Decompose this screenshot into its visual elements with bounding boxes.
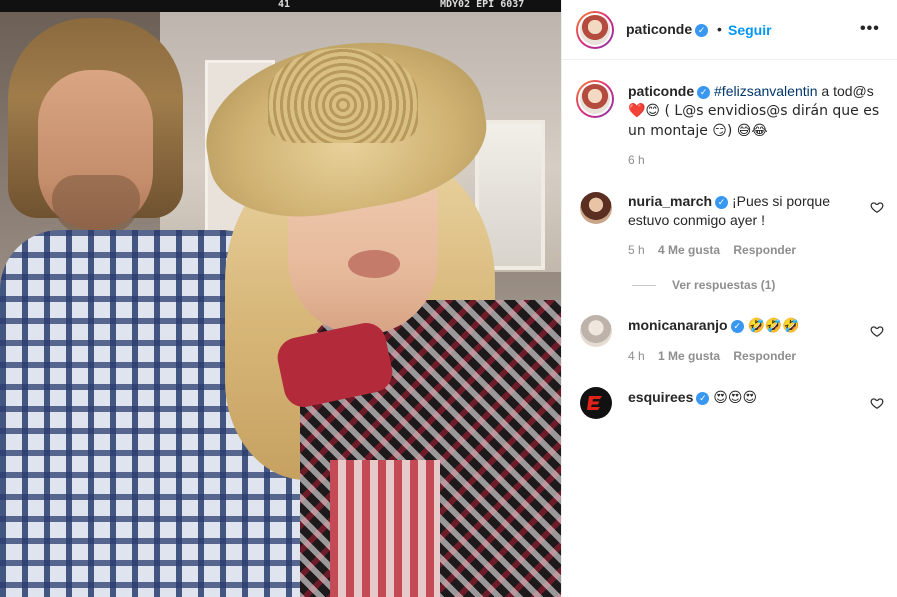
- view-replies-button[interactable]: Ver respuestas (1): [672, 278, 775, 292]
- replies-divider: [632, 285, 656, 286]
- comment-body: 🤣🤣🤣: [747, 318, 800, 334]
- post-side-panel: paticonde ✓ • Seguir ••• paticonde ✓ #feli…: [561, 0, 897, 597]
- post-header: paticonde ✓ • Seguir •••: [562, 0, 897, 60]
- woman-lips: [348, 250, 400, 278]
- author-username[interactable]: paticonde: [626, 21, 692, 37]
- caption-line3: un montaje 😏) 😅😂: [628, 123, 768, 139]
- comment-text: esquirees ✓ 😍😍😍: [628, 388, 868, 408]
- comment-time[interactable]: 5 h: [628, 243, 645, 257]
- comment-body: 😍😍😍: [713, 390, 758, 406]
- film-number: 41: [278, 0, 291, 10]
- verified-badge-icon: ✓: [697, 85, 711, 99]
- man-beard: [52, 175, 140, 235]
- comment-avatar[interactable]: [580, 192, 612, 224]
- comment-text: monicanaranjo ✓ 🤣🤣🤣: [628, 316, 868, 336]
- comment-body-line2: estuvo conmigo ayer !: [628, 212, 765, 228]
- film-code: MDY02 EPI 6037: [440, 0, 525, 10]
- comment-text: nuria_march ✓ ¡Pues si porque estuvo conm…: [628, 192, 868, 230]
- caption-hashtag[interactable]: #felizsanvalentin: [714, 83, 818, 99]
- post-photo[interactable]: 41 MDY02 EPI 6037: [0, 0, 561, 597]
- caption-time[interactable]: 6 h: [628, 153, 645, 167]
- author-avatar[interactable]: [576, 11, 614, 49]
- comment-body-line1: ¡Pues si porque: [731, 193, 830, 209]
- more-options-icon[interactable]: •••: [860, 20, 880, 38]
- like-heart-icon[interactable]: [870, 396, 884, 410]
- comment-time[interactable]: 4 h: [628, 349, 645, 363]
- like-heart-icon[interactable]: [870, 324, 884, 338]
- comment-likes[interactable]: 1 Me gusta: [658, 349, 720, 363]
- esquire-logo-icon: [587, 396, 602, 410]
- comment-username[interactable]: monicanaranjo: [628, 317, 728, 333]
- caption-username[interactable]: paticonde: [628, 83, 694, 99]
- comment-likes[interactable]: 4 Me gusta: [658, 243, 720, 257]
- film-strip: 41 MDY02 EPI 6037: [0, 0, 561, 12]
- comment-avatar[interactable]: [580, 387, 612, 419]
- caption-avatar[interactable]: [576, 80, 614, 118]
- comment-reply-button[interactable]: Responder: [733, 243, 796, 257]
- comment-meta: 5 h 4 Me gusta Responder: [628, 243, 796, 257]
- verified-badge-icon: ✓: [695, 23, 709, 37]
- comment-reply-button[interactable]: Responder: [733, 349, 796, 363]
- instagram-post: 41 MDY02 EPI 6037 paticonde ✓ • Seguir ••…: [0, 0, 897, 597]
- caption-line2: ❤️😊 ( L@s envidios@s dirán que es: [628, 103, 880, 119]
- verified-badge-icon: ✓: [715, 195, 729, 209]
- verified-badge-icon: ✓: [730, 319, 744, 333]
- caption-text: paticonde ✓ #felizsanvalentin a tod@s ❤️😊…: [628, 82, 890, 141]
- follow-button[interactable]: Seguir: [728, 22, 772, 38]
- author-username-wrap: paticonde ✓: [626, 21, 709, 37]
- comment-meta: 4 h 1 Me gusta Responder: [628, 349, 796, 363]
- comment-username[interactable]: nuria_march: [628, 193, 712, 209]
- comment-avatar[interactable]: [580, 315, 612, 347]
- woman-plaid-shirt: [330, 460, 440, 597]
- cowboy-hat-crown: [268, 48, 418, 143]
- like-heart-icon[interactable]: [870, 200, 884, 214]
- caption-line1-rest: a tod@s: [817, 83, 874, 99]
- separator-dot: •: [717, 21, 722, 37]
- comment-username[interactable]: esquirees: [628, 389, 693, 405]
- verified-badge-icon: ✓: [696, 391, 710, 405]
